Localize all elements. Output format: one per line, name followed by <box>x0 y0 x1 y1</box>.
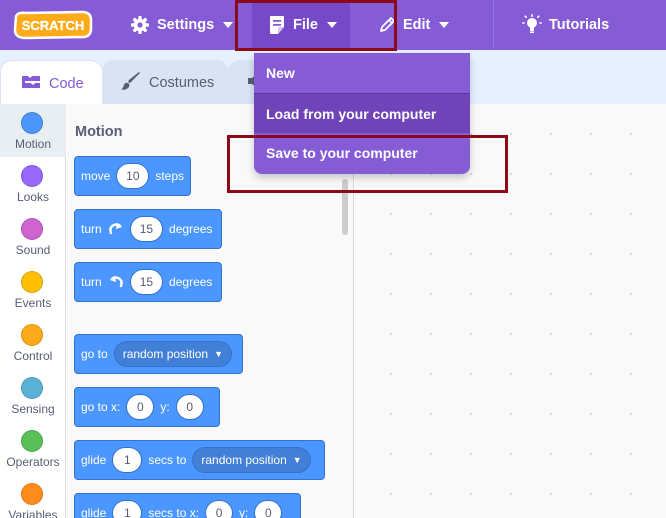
sound-category-dot <box>21 218 43 240</box>
category-label: Variables <box>8 508 58 518</box>
category-motion[interactable]: Motion <box>0 104 66 157</box>
category-menu: Motion Looks Sound Events Control Sensin… <box>0 104 66 518</box>
block-text: move <box>81 169 111 183</box>
svg-text:SCRATCH: SCRATCH <box>22 18 85 33</box>
category-label: Operators <box>6 455 60 469</box>
stage-header <box>470 50 666 104</box>
degrees-input[interactable]: 15 <box>129 216 164 242</box>
block-text: turn <box>81 275 102 289</box>
block-text: degrees <box>169 275 213 289</box>
control-category-dot <box>21 324 43 346</box>
block-text: secs to x: <box>148 506 200 518</box>
category-variables[interactable]: Variables <box>0 475 66 518</box>
category-label: Control <box>13 349 53 363</box>
category-events[interactable]: Events <box>0 263 66 316</box>
secs-input[interactable]: 1 <box>112 447 143 473</box>
block-text: steps <box>155 169 184 183</box>
block-text: go to x: <box>81 400 121 414</box>
category-operators[interactable]: Operators <box>0 422 66 475</box>
block-text: go to <box>81 347 108 361</box>
menu-divider <box>493 0 494 50</box>
steps-input[interactable]: 10 <box>116 163 150 189</box>
tutorials-button[interactable]: Tutorials <box>522 0 609 50</box>
block-text: secs to <box>148 453 187 467</box>
highlight-box <box>227 135 508 193</box>
degrees-input[interactable]: 15 <box>129 269 164 295</box>
tab-costumes[interactable]: Costumes <box>102 60 229 106</box>
glide-block[interactable]: glide 1 secs to random position ▼ <box>74 440 325 480</box>
x-input[interactable]: 0 <box>205 500 234 518</box>
tab-costumes-label: Costumes <box>149 75 215 91</box>
scratch-logo[interactable]: SCRATCH <box>12 10 94 40</box>
dropdown-value: random position <box>201 453 287 467</box>
lightbulb-icon <box>522 14 542 36</box>
tutorials-label: Tutorials <box>549 17 610 33</box>
block-text: y: <box>160 400 170 414</box>
block-text: glide <box>81 453 107 467</box>
gear-icon <box>130 15 150 35</box>
x-input[interactable]: 0 <box>126 394 155 420</box>
category-control[interactable]: Control <box>0 316 66 369</box>
edit-label: Edit <box>403 17 431 33</box>
category-looks[interactable]: Looks <box>0 157 66 210</box>
block-text: turn <box>81 222 102 236</box>
category-label: Events <box>14 296 52 310</box>
category-label: Looks <box>16 190 50 204</box>
rotate-left-icon <box>108 275 124 289</box>
category-label: Motion <box>14 137 52 151</box>
settings-label: Settings <box>157 17 215 33</box>
y-input[interactable]: 0 <box>175 394 204 420</box>
move-steps-block[interactable]: move 10 steps <box>74 156 191 196</box>
category-sound[interactable]: Sound <box>0 210 66 263</box>
glide-xy-block[interactable]: glide 1 secs to x: 0 y: 0 <box>74 493 301 518</box>
category-sensing[interactable]: Sensing <box>0 369 66 422</box>
target-dropdown[interactable]: random position ▼ <box>192 447 311 473</box>
block-text: degrees <box>169 222 213 236</box>
caret-down-icon: ▼ <box>214 349 224 359</box>
highlight-box <box>235 0 397 51</box>
category-label: Sound <box>15 243 51 257</box>
turn-left-block[interactable]: turn 15 degrees <box>74 262 222 302</box>
secs-input[interactable]: 1 <box>112 500 143 518</box>
tab-code-label: Code <box>49 75 84 92</box>
tab-code[interactable]: Code <box>0 60 103 106</box>
events-category-dot <box>21 271 43 293</box>
target-dropdown[interactable]: random position ▼ <box>113 341 233 367</box>
chevron-down-icon <box>223 22 234 28</box>
palette-category-title: Motion <box>75 124 123 140</box>
y-input[interactable]: 0 <box>254 500 283 518</box>
chevron-down-icon <box>439 22 450 28</box>
block-text: glide <box>81 506 107 518</box>
category-label: Sensing <box>11 402 55 416</box>
dropdown-value: random position <box>122 347 209 361</box>
go-to-block[interactable]: go to random position ▼ <box>74 334 243 374</box>
settings-menu[interactable]: Settings <box>130 0 234 50</box>
motion-category-dot <box>21 112 43 134</box>
go-to-xy-block[interactable]: go to x: 0 y: 0 <box>74 387 220 427</box>
code-icon <box>21 75 41 93</box>
caret-down-icon: ▼ <box>292 455 302 465</box>
menu-item-load-from-computer[interactable]: Load from your computer <box>254 93 470 133</box>
rotate-right-icon <box>108 222 124 236</box>
sensing-category-dot <box>21 377 43 399</box>
menu-item-new[interactable]: New <box>254 53 470 93</box>
operators-category-dot <box>21 430 43 452</box>
variables-category-dot <box>21 483 43 505</box>
turn-right-block[interactable]: turn 15 degrees <box>74 209 222 249</box>
block-text: y: <box>239 506 249 518</box>
looks-category-dot <box>21 165 43 187</box>
scratch-editor: SCRATCH Settings File Edit Tutorials Cod… <box>0 0 666 518</box>
brush-icon <box>121 71 141 95</box>
